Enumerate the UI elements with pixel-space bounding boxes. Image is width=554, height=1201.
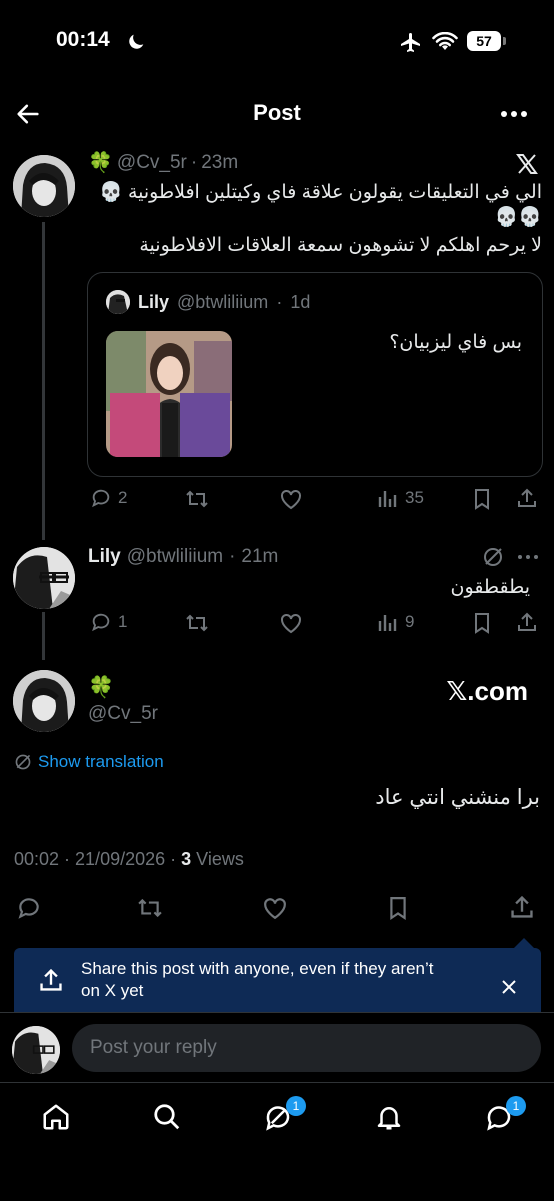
reply-icon [92, 613, 110, 632]
thread-line-2 [42, 612, 45, 660]
battery-indicator: 57 [467, 31, 501, 51]
share-upload-icon [40, 968, 62, 991]
more-options-icon[interactable] [500, 104, 528, 124]
views-count-1: 35 [405, 488, 424, 507]
grok-badge: 1 [286, 1096, 306, 1116]
thread-line-1 [42, 222, 45, 540]
show-translation-label: Show translation [38, 752, 164, 771]
views-icon [378, 491, 397, 507]
bookmark-icon-1[interactable] [472, 488, 492, 510]
share-icon-1[interactable] [516, 487, 538, 509]
battery-cap [503, 37, 506, 45]
post2-time: 21m [241, 546, 279, 567]
main-post-views-label: Views [196, 849, 244, 869]
status-time: 00:14 [56, 28, 110, 51]
avatar-cv5r-1[interactable] [13, 155, 75, 217]
quote-avatar [106, 290, 130, 314]
post1-text-line1: الي في التعليقات يقولون علاقة فاي وكيتلي… [99, 182, 542, 203]
reply-icon [92, 489, 110, 508]
reply-input[interactable] [72, 1024, 541, 1072]
post2-handle[interactable]: @btwliliium [127, 546, 223, 568]
page-title: Post [253, 100, 301, 125]
avatar-lily[interactable] [13, 547, 75, 609]
views-count-2: 9 [405, 612, 415, 631]
views-icon [378, 615, 397, 631]
post1-emoji: 🍀 [88, 152, 113, 174]
wifi-icon [432, 32, 458, 50]
home-icon[interactable] [41, 1102, 71, 1132]
main-bookmark-icon[interactable] [387, 895, 409, 921]
quote-header: Lily @btwliliium · 1d [106, 290, 310, 314]
main-like-icon[interactable] [261, 896, 289, 920]
airplane-icon [401, 33, 420, 52]
main-post-text: برا منشني انتي عاد [375, 786, 540, 809]
grok-icon[interactable] [482, 546, 504, 568]
notifications-bell-icon[interactable] [374, 1102, 404, 1132]
x-logo-icon [516, 154, 538, 174]
bottom-tab-bar [0, 1082, 554, 1201]
post1-handle[interactable]: @Cv_5r [117, 152, 187, 174]
main-post-views-count: 3 [181, 849, 192, 869]
more-icon-post2[interactable] [516, 550, 540, 564]
quote-media-image[interactable] [106, 331, 232, 457]
reply-count-1: 2 [118, 488, 128, 507]
search-icon[interactable] [152, 1102, 182, 1132]
main-repost-icon[interactable] [136, 896, 164, 920]
quote-text: بس فاي ليزبيان؟ [389, 332, 522, 353]
share-icon-2[interactable] [516, 611, 538, 633]
show-translation-link[interactable]: Show translation [14, 752, 164, 772]
post1-header: 🍀 @Cv_5r · 23m [88, 150, 238, 175]
main-post-meta: 00:02 · 21/09/2026 · 3 Views [14, 849, 244, 870]
reply-divider [0, 1012, 554, 1013]
repost-icon-2[interactable] [185, 612, 209, 634]
share-banner[interactable]: Share this post with anyone, even if the… [14, 948, 541, 1012]
main-reply-icon[interactable] [16, 895, 42, 921]
reply-action-2[interactable]: 1 [90, 611, 127, 633]
reply-action-1[interactable]: 2 [90, 487, 127, 509]
repost-icon-1[interactable] [185, 488, 209, 510]
bookmark-icon-2[interactable] [472, 612, 492, 634]
separator-dot: · [190, 151, 198, 173]
quote-name: Lily [138, 291, 170, 312]
share-banner-text: Share this post with anyone, even if the… [81, 959, 434, 1000]
post2-name[interactable]: Lily [88, 546, 121, 568]
post1-text-line3: لا يرحم اهلكم لا تشوهون سمعة العلاقات ال… [139, 235, 542, 256]
main-post-emoji: 🍀 [88, 676, 115, 699]
avatar-cv5r-main[interactable] [13, 670, 75, 732]
main-share-icon[interactable] [509, 894, 535, 920]
translate-icon [15, 754, 31, 770]
reply-avatar [12, 1026, 60, 1074]
main-post-handle[interactable]: @Cv_5r [88, 703, 158, 725]
separator-dot: · [276, 291, 283, 312]
post2-header: Lily @btwliliium · 21m [88, 546, 278, 568]
banner-pointer [514, 938, 534, 948]
moon-icon [129, 34, 144, 49]
quote-handle: @btwliliium [177, 291, 269, 312]
reply-count-2: 1 [118, 612, 128, 631]
post2-text: يطقطقون [450, 577, 530, 598]
messages-badge: 1 [506, 1096, 526, 1116]
main-post-timestamp: 00:02 · 21/09/2026 · [14, 849, 182, 869]
separator-dot: · [229, 546, 236, 567]
close-icon[interactable] [500, 978, 518, 996]
post1-text-line2: 💀💀 [494, 207, 542, 228]
like-icon-1[interactable] [279, 488, 303, 510]
xcom-label: 𝕏.com [446, 676, 528, 706]
battery-level: 57 [476, 33, 492, 49]
post1-time: 23m [201, 151, 239, 173]
views-action-1[interactable]: 35 [377, 487, 424, 509]
quote-time: 1d [290, 291, 311, 312]
like-icon-2[interactable] [279, 612, 303, 634]
views-action-2[interactable]: 9 [377, 611, 414, 633]
